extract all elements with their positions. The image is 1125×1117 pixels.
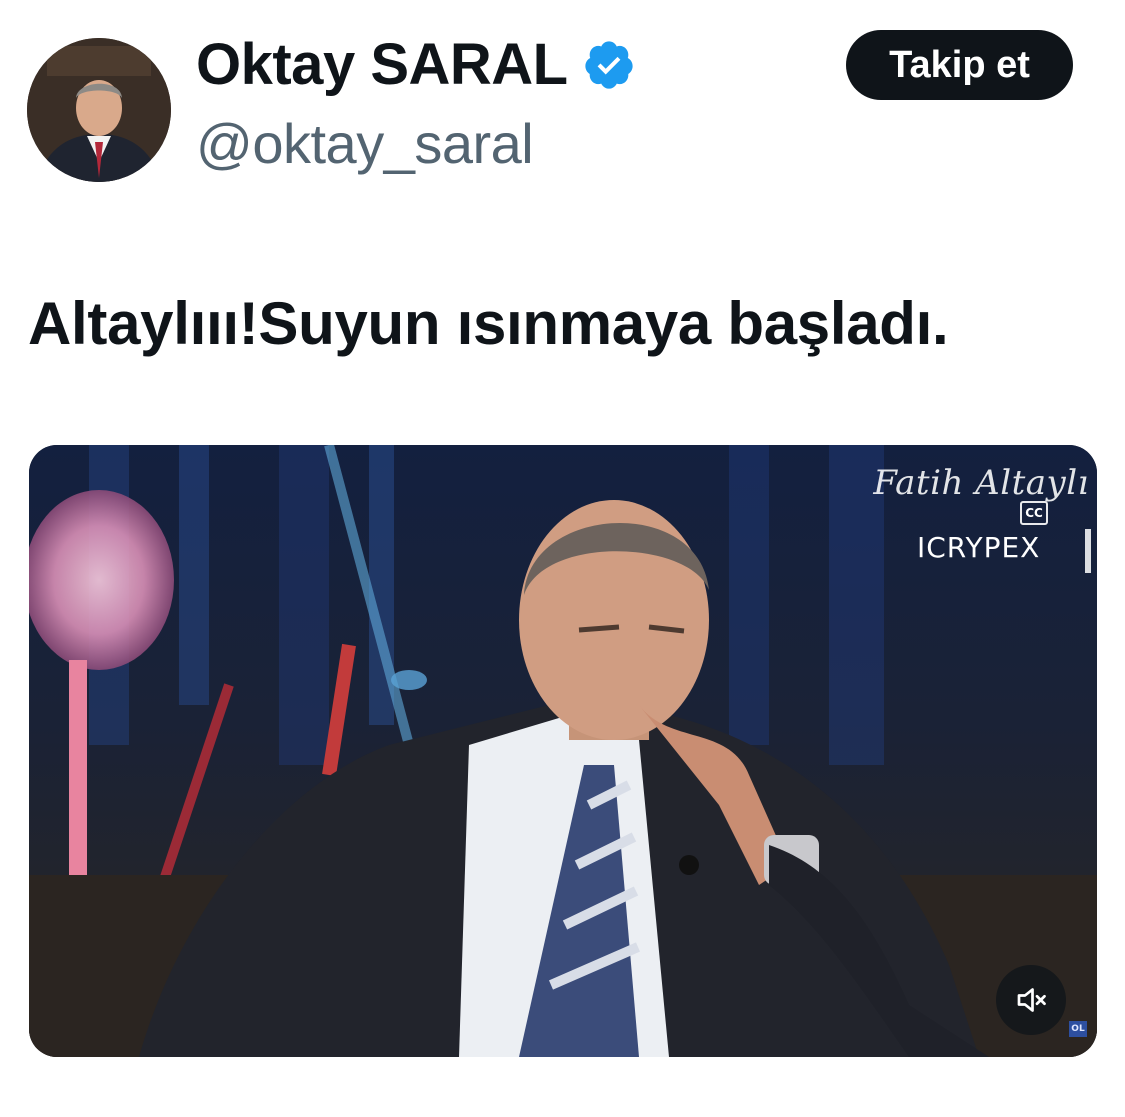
author-name-row: Oktay SARAL <box>196 32 636 98</box>
author-handle[interactable]: @oktay_saral <box>196 112 534 176</box>
video-watermark: Fatih Altaylı <box>873 463 1089 503</box>
speaker-muted-icon <box>1017 988 1046 1012</box>
avatar-portrait <box>27 38 171 182</box>
mute-toggle-button[interactable] <box>996 965 1066 1035</box>
channel-corner-logo: OL <box>1069 1021 1087 1037</box>
verified-badge-icon <box>584 41 633 89</box>
follow-button[interactable]: Takip et <box>846 30 1073 100</box>
author-display-name[interactable]: Oktay SARAL <box>196 32 568 98</box>
closed-captions-icon: CC <box>1020 501 1048 525</box>
sponsor-logo-text: ICRYPEX <box>917 531 1041 564</box>
author-avatar[interactable] <box>27 38 171 182</box>
tweet-text: Altaylııı!Suyun ısınmaya başladı. <box>28 290 949 357</box>
tweet-video[interactable]: Fatih Altaylı CC ICRYPEX OL <box>29 445 1097 1057</box>
sponsor-logo-bar <box>1085 529 1091 573</box>
